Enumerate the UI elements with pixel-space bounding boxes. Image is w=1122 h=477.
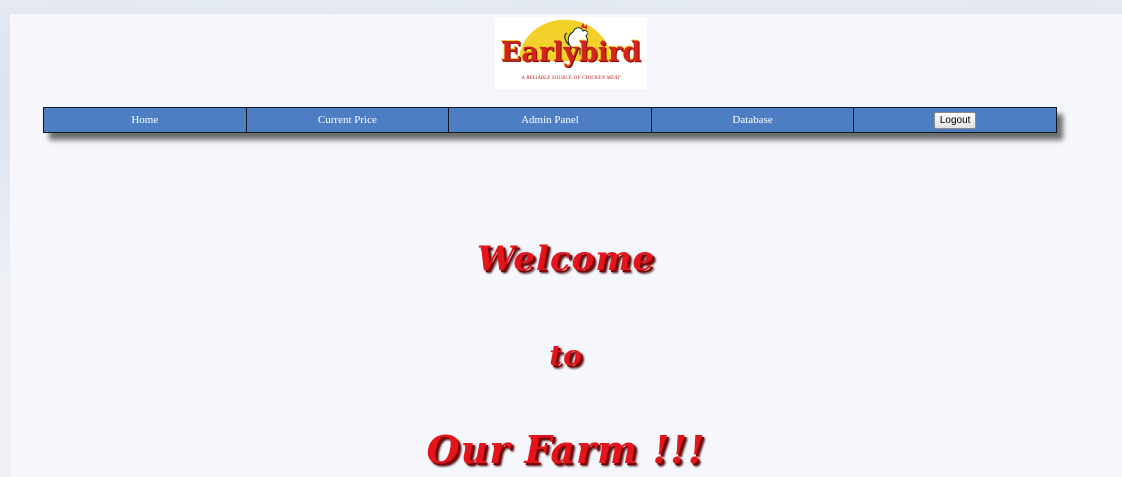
nav-item-home[interactable]: Home bbox=[43, 107, 246, 133]
nav-item-logout-cell: Logout bbox=[853, 107, 1057, 133]
nav-item-admin-panel[interactable]: Admin Panel bbox=[448, 107, 651, 133]
earlybird-logo: Earlybird A RELIABLE SOURCE OF CHICKEN M… bbox=[495, 17, 647, 89]
welcome-to-text: to bbox=[549, 339, 583, 372]
page-content: Earlybird A RELIABLE SOURCE OF CHICKEN M… bbox=[10, 14, 1122, 477]
welcome-heading: Welcome bbox=[477, 239, 655, 279]
logo-wordmark: Earlybird bbox=[500, 37, 642, 68]
logout-button[interactable]: Logout bbox=[933, 111, 977, 129]
main-nav: Home Current Price Admin Panel Database … bbox=[43, 107, 1057, 133]
nav-item-database[interactable]: Database bbox=[650, 107, 854, 133]
logo-tagline: A RELIABLE SOURCE OF CHICKEN MEAT bbox=[521, 76, 621, 81]
welcome-farm-text: Our Farm !!! bbox=[426, 427, 706, 472]
nav-item-current-price[interactable]: Current Price bbox=[245, 107, 449, 133]
